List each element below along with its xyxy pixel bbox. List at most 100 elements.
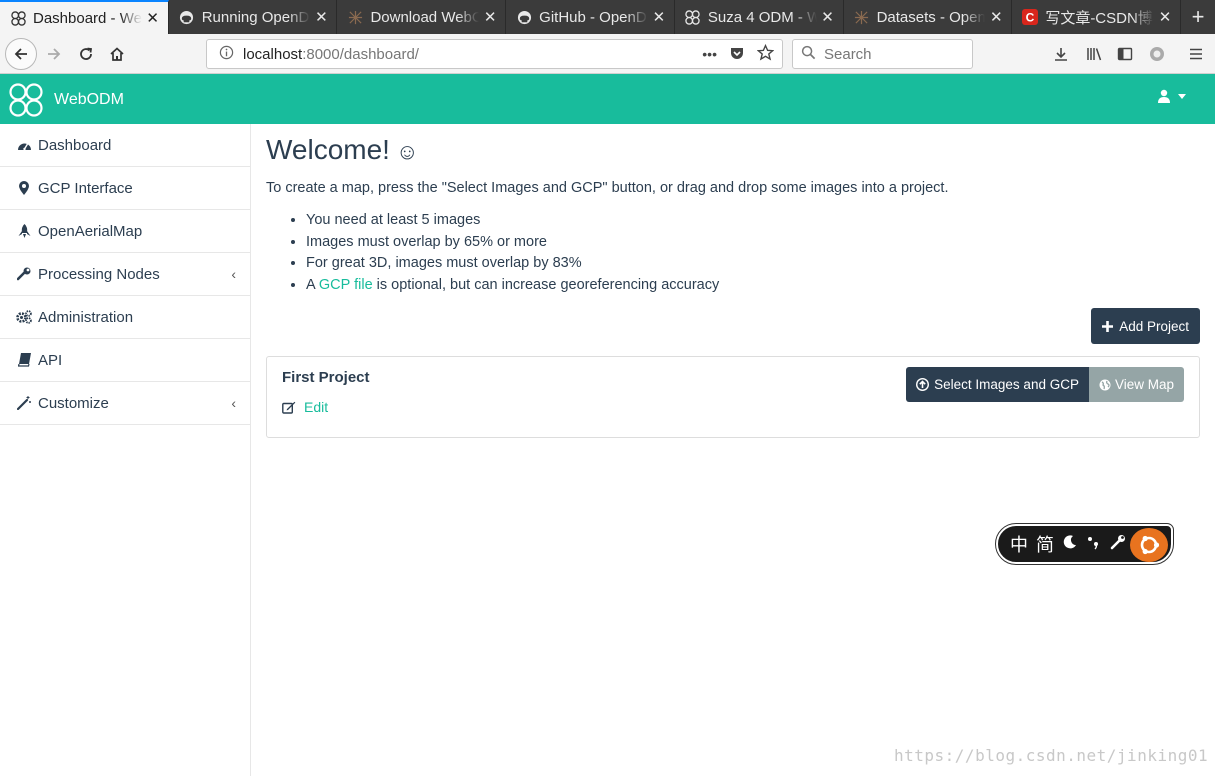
gears-icon xyxy=(16,310,32,324)
edit-icon xyxy=(282,401,296,414)
view-map-label: View Map xyxy=(1114,377,1174,392)
sidebar-item-api[interactable]: API xyxy=(0,339,250,382)
github-icon xyxy=(179,9,195,25)
sidebar-toggle-icon[interactable] xyxy=(1112,40,1138,68)
chevron-left-icon[interactable]: ‹ xyxy=(231,266,236,282)
search-placeholder: Search xyxy=(824,45,872,63)
tab-datasets[interactable]: Datasets - OpenDroneMap ✕ xyxy=(844,0,1013,34)
sidebar-item-dashboard[interactable]: Dashboard xyxy=(0,124,250,167)
punctuation-icon[interactable] xyxy=(1086,534,1102,555)
ime-language-toggle[interactable]: 中 xyxy=(1010,531,1028,557)
sidebar-item-label: Processing Nodes xyxy=(38,265,160,283)
requirements-list: You need at least 5 images Images must o… xyxy=(306,210,1200,296)
project-name: First Project xyxy=(282,369,370,386)
tab-title: Datasets - OpenDroneMap xyxy=(876,8,986,26)
back-button[interactable] xyxy=(5,38,37,70)
caret-down-icon xyxy=(1178,94,1186,99)
add-project-button[interactable]: Add Project xyxy=(1091,308,1200,344)
sidebar-item-administration[interactable]: Administration xyxy=(0,296,250,339)
bookmark-star-icon[interactable] xyxy=(756,43,775,64)
arrow-right-icon xyxy=(48,48,61,60)
page-title-text: Welcome! xyxy=(266,134,390,165)
watermark: https://blog.csdn.net/jinking01 xyxy=(894,746,1209,765)
view-map-button[interactable]: View Map xyxy=(1088,367,1184,402)
upload-icon xyxy=(916,378,930,391)
tab-github-opendronemap[interactable]: GitHub - OpenDroneMap ✕ xyxy=(506,0,675,34)
tab-csdn[interactable]: C 写文章-CSDN博客 ✕ xyxy=(1012,0,1182,34)
wrench-icon xyxy=(16,267,32,281)
ubuntu-logo-icon[interactable] xyxy=(1130,528,1168,562)
brand-title: WebODM xyxy=(54,91,124,108)
user-menu[interactable] xyxy=(1157,89,1187,103)
odm-icon xyxy=(347,9,363,25)
gcp-file-link[interactable]: GCP file xyxy=(319,277,373,293)
rocket-icon xyxy=(16,223,32,239)
sidebar-item-gcp-interface[interactable]: GCP Interface xyxy=(0,167,250,210)
extension-icon[interactable] xyxy=(1144,40,1170,68)
browser-tab-bar: Dashboard - WebODM ✕ Running OpenDroneMa… xyxy=(0,0,1215,34)
list-item: A GCP file is optional, but can increase… xyxy=(306,275,1200,297)
info-icon[interactable] xyxy=(213,45,239,63)
brand[interactable]: WebODM xyxy=(8,82,124,118)
smiley-icon: ☺ xyxy=(395,139,419,164)
book-icon xyxy=(16,353,32,367)
list-item: Images must overlap by 65% or more xyxy=(306,232,1200,254)
chevron-left-icon[interactable]: ‹ xyxy=(231,395,236,411)
ime-toolbar[interactable]: 中 简 xyxy=(995,523,1174,565)
close-icon[interactable]: ✕ xyxy=(314,8,328,26)
sidebar-item-processing-nodes[interactable]: Processing Nodes ‹ xyxy=(0,253,250,296)
close-icon[interactable]: ✕ xyxy=(146,9,160,27)
select-images-label: Select Images and GCP xyxy=(934,377,1079,392)
gcp-prefix: A xyxy=(306,276,315,293)
ime-script-toggle[interactable]: 简 xyxy=(1036,531,1054,557)
new-tab-button[interactable]: + xyxy=(1181,0,1215,34)
tab-running-opendronemap[interactable]: Running OpenDroneMap ✕ xyxy=(169,0,338,34)
menu-icon[interactable] xyxy=(1183,40,1209,68)
sidebar-item-label: Dashboard xyxy=(38,136,112,154)
edit-project-link[interactable]: Edit xyxy=(282,399,328,415)
tab-dashboard[interactable]: Dashboard - WebODM ✕ xyxy=(0,0,169,34)
tab-title: Download WebODM xyxy=(370,8,479,26)
pocket-icon[interactable] xyxy=(729,45,745,64)
tab-title: Running OpenDroneMap xyxy=(201,8,311,26)
map-marker-icon xyxy=(16,181,32,195)
sidebar-item-label: GCP Interface xyxy=(38,179,133,197)
github-icon xyxy=(516,9,532,25)
url-host: localhost xyxy=(243,45,303,63)
sidebar-item-label: OpenAerialMap xyxy=(38,222,143,240)
tab-suza-odm[interactable]: Suza 4 ODM - WebODM ✕ xyxy=(675,0,844,34)
browser-nav-bar: localhost:8000/dashboard/ ••• Search xyxy=(0,34,1215,74)
close-icon[interactable]: ✕ xyxy=(483,8,497,26)
sidebar: Dashboard GCP Interface OpenAerialMap Pr… xyxy=(0,124,251,776)
gcp-suffix: is optional, but can increase georeferen… xyxy=(376,276,720,293)
close-icon[interactable]: ✕ xyxy=(1158,8,1172,26)
reload-button[interactable] xyxy=(72,40,100,68)
address-bar[interactable]: localhost:8000/dashboard/ ••• xyxy=(206,39,783,69)
download-icon[interactable] xyxy=(1048,40,1074,68)
close-icon[interactable]: ✕ xyxy=(821,8,835,26)
tab-download-webodm[interactable]: Download WebODM ✕ xyxy=(337,0,507,34)
page-actions-button[interactable]: ••• xyxy=(702,46,717,62)
main-content: Welcome! ☺ To create a map, press the "Se… xyxy=(266,124,1200,438)
close-icon[interactable]: ✕ xyxy=(652,8,666,26)
wrench-icon[interactable] xyxy=(1110,534,1126,555)
list-item: For great 3D, images must overlap by 83% xyxy=(306,253,1200,275)
home-button[interactable] xyxy=(103,40,131,68)
library-icon[interactable] xyxy=(1081,40,1107,68)
sidebar-item-openaerialmap[interactable]: OpenAerialMap xyxy=(0,210,250,253)
close-icon[interactable]: ✕ xyxy=(989,8,1003,26)
home-icon xyxy=(110,47,124,61)
webodm-icon xyxy=(10,10,26,26)
moon-icon[interactable] xyxy=(1062,534,1078,555)
select-images-button[interactable]: Select Images and GCP xyxy=(906,367,1089,402)
sidebar-item-label: Administration xyxy=(38,308,134,326)
reload-icon xyxy=(80,47,93,60)
app-header: WebODM xyxy=(0,74,1215,124)
tab-title: Dashboard - WebODM xyxy=(33,9,142,27)
sidebar-item-label: Customize xyxy=(38,394,109,412)
add-project-row: Add Project xyxy=(266,308,1200,344)
user-icon xyxy=(1158,89,1170,103)
search-input[interactable]: Search xyxy=(792,39,973,69)
forward-button[interactable] xyxy=(40,40,68,68)
sidebar-item-customize[interactable]: Customize ‹ xyxy=(0,382,250,425)
